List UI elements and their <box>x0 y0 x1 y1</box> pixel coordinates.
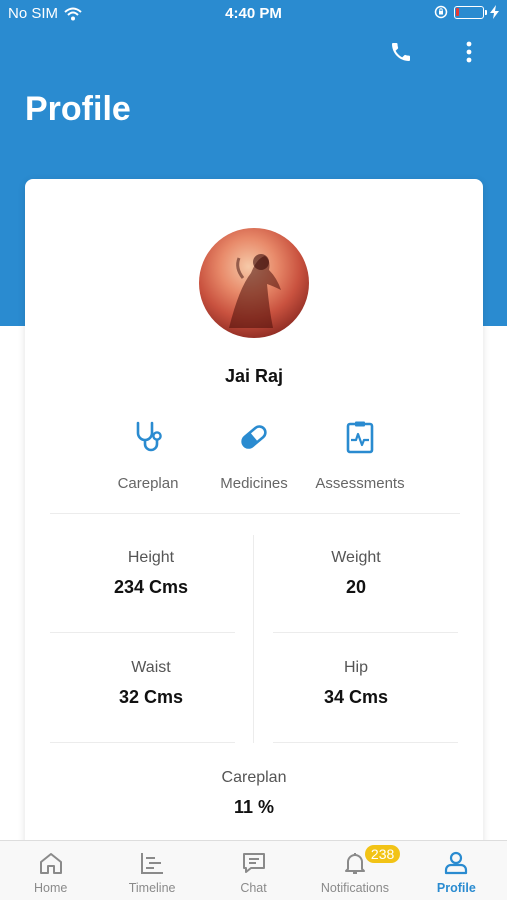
notification-count-badge: 238 <box>364 845 401 863</box>
metrics-divider <box>253 535 254 743</box>
tab-home-label: Home <box>34 881 68 895</box>
more-options-button[interactable] <box>455 38 483 66</box>
waist-metric: Waist 32 Cms <box>51 659 251 708</box>
careplan-progress-label: Careplan <box>221 769 287 786</box>
status-bar: No SIM 4:40 PM <box>0 0 507 28</box>
tab-bar: Home Timeline Chat 238 Notifications Pro… <box>0 840 507 900</box>
divider <box>273 632 458 633</box>
waist-label: Waist <box>131 659 171 676</box>
pill-icon <box>241 425 267 449</box>
tab-chat[interactable]: Chat <box>203 841 304 900</box>
battery-icon <box>454 5 487 19</box>
stethoscope-icon <box>136 421 162 452</box>
weight-metric: Weight 20 <box>256 549 456 598</box>
chat-icon <box>242 853 265 873</box>
divider <box>273 742 458 743</box>
divider <box>50 513 460 514</box>
height-value: 234 Cms <box>113 577 189 597</box>
avatar-image <box>229 254 281 328</box>
page-title: Profile <box>25 90 131 128</box>
hip-value: 34 Cms <box>323 687 389 707</box>
weight-value: 20 <box>345 577 367 597</box>
profile-card: Jai Raj Careplan Medicines Assessments H… <box>25 179 483 859</box>
timeline-icon <box>141 853 164 874</box>
divider <box>50 632 235 633</box>
tab-chat-label: Chat <box>240 881 267 895</box>
person-icon <box>445 851 468 875</box>
tab-home[interactable]: Home <box>0 841 101 900</box>
assessments-action[interactable]: Assessments <box>305 419 415 492</box>
user-name: Jai Raj <box>224 366 284 386</box>
divider <box>50 742 235 743</box>
medicines-action-label: Medicines <box>220 475 288 492</box>
status-right <box>434 5 499 19</box>
careplan-progress-metric: Careplan 11 % <box>154 769 354 818</box>
assessments-action-label: Assessments <box>315 475 405 492</box>
height-metric: Height 234 Cms <box>51 549 251 598</box>
tab-notifications-label: Notifications <box>320 881 389 895</box>
careplan-progress-value: 11 % <box>233 797 275 817</box>
medicines-action[interactable]: Medicines <box>199 419 309 492</box>
careplan-action-label: Careplan <box>117 475 179 492</box>
more-vertical-icon <box>466 41 472 63</box>
tab-profile-label: Profile <box>436 881 476 895</box>
clipboard-pulse-icon <box>346 421 374 454</box>
charging-bolt-icon <box>490 5 499 19</box>
tab-notifications[interactable]: 238 Notifications <box>304 841 405 900</box>
weight-label: Weight <box>331 549 381 566</box>
orientation-lock-icon <box>434 5 448 19</box>
tab-profile[interactable]: Profile <box>406 841 507 900</box>
home-icon <box>39 853 62 874</box>
call-button[interactable] <box>387 38 415 66</box>
hip-metric: Hip 34 Cms <box>256 659 456 708</box>
header-actions <box>387 38 483 66</box>
tab-timeline[interactable]: Timeline <box>101 841 202 900</box>
hip-label: Hip <box>343 659 368 676</box>
tab-timeline-label: Timeline <box>128 881 176 895</box>
height-label: Height <box>127 549 175 566</box>
bell-icon <box>344 853 365 874</box>
phone-icon <box>392 43 410 61</box>
careplan-action[interactable]: Careplan <box>93 419 203 492</box>
avatar[interactable] <box>199 228 309 338</box>
waist-value: 32 Cms <box>118 687 184 707</box>
status-time: 4:40 PM <box>225 5 282 22</box>
